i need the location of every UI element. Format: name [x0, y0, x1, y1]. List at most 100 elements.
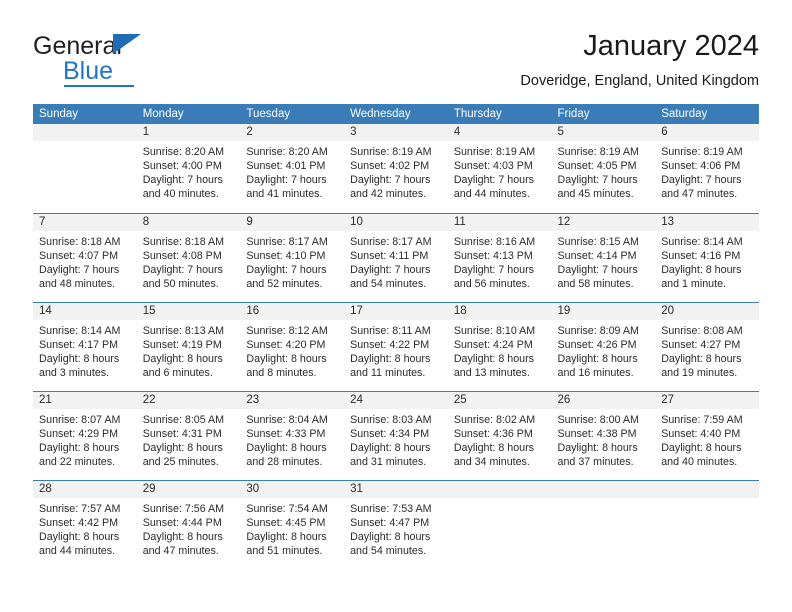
calendar-day-cell[interactable]: 12 Sunrise: 8:15 AM Sunset: 4:14 PM Dayligh… — [551, 212, 656, 302]
day-number: 30 — [240, 480, 345, 498]
calendar-day-cell[interactable]: 26 Sunrise: 8:00 AM Sunset: 4:38 PM Dayligh… — [551, 390, 656, 480]
calendar-day-cell[interactable]: 21 Sunrise: 8:07 AM Sunset: 4:29 PM Dayligh… — [33, 390, 137, 480]
day-number — [551, 480, 656, 498]
day-number: 5 — [551, 124, 656, 141]
day-detail-line: Sunset: 4:14 PM — [557, 249, 637, 262]
day-detail-line: and 25 minutes. — [142, 455, 219, 468]
calendar-day-cell[interactable]: 19 Sunrise: 8:09 AM Sunset: 4:26 PM Dayligh… — [551, 301, 656, 391]
calendar-day-cell[interactable]: 11 Sunrise: 8:16 AM Sunset: 4:13 PM Dayligh… — [447, 212, 552, 302]
calendar-day-cell[interactable]: 9 Sunrise: 8:17 AM Sunset: 4:10 PM Daylight… — [240, 212, 345, 302]
day-detail-line: Sunset: 4:40 PM — [661, 427, 741, 440]
day-number: 4 — [447, 124, 552, 141]
calendar-day-cell[interactable]: 13 Sunrise: 8:14 AM Sunset: 4:16 PM Dayligh… — [655, 212, 759, 302]
day-detail-line: Daylight: 8 hours — [142, 530, 223, 543]
day-detail-line: Sunset: 4:42 PM — [39, 516, 119, 529]
calendar-day-cell[interactable]: 16 Sunrise: 8:12 AM Sunset: 4:20 PM Dayligh… — [240, 301, 345, 391]
day-detail-line: Sunset: 4:38 PM — [557, 427, 637, 440]
day-detail-line: and 42 minutes. — [350, 188, 427, 201]
logo-underline — [64, 85, 134, 87]
calendar-day-cell[interactable]: 2 Sunrise: 8:20 AM Sunset: 4:01 PM Daylight… — [240, 124, 345, 213]
day-detail-line: Daylight: 8 hours — [350, 441, 431, 454]
day-detail-line: Daylight: 7 hours — [39, 263, 120, 276]
weekday-header-thursday: Thursday — [447, 104, 552, 124]
day-detail-line: Daylight: 8 hours — [557, 441, 638, 454]
calendar-day-cell[interactable]: 14 Sunrise: 8:14 AM Sunset: 4:17 PM Dayligh… — [33, 301, 137, 391]
calendar-day-cell[interactable]: 24 Sunrise: 8:03 AM Sunset: 4:34 PM Dayligh… — [344, 390, 448, 480]
day-details: Sunrise: 8:18 AM Sunset: 4:08 PM Daylight:… — [137, 231, 241, 291]
calendar-day-cell[interactable]: 10 Sunrise: 8:17 AM Sunset: 4:11 PM Dayligh… — [344, 212, 448, 302]
day-detail-line: Daylight: 7 hours — [453, 174, 535, 187]
day-detail-line: Sunset: 4:31 PM — [142, 427, 222, 440]
day-detail-line: Daylight: 7 hours — [557, 263, 638, 276]
calendar-day-cell[interactable]: 18 Sunrise: 8:10 AM Sunset: 4:24 PM Dayligh… — [447, 301, 552, 391]
day-details: Sunrise: 8:12 AM Sunset: 4:20 PM Daylight:… — [240, 320, 344, 380]
day-detail-line: Sunset: 4:00 PM — [142, 160, 222, 173]
calendar-day-cell[interactable]: 23 Sunrise: 8:04 AM Sunset: 4:33 PM Dayligh… — [240, 390, 345, 480]
calendar-day-cell[interactable]: 27 Sunrise: 7:59 AM Sunset: 4:40 PM Dayligh… — [655, 390, 759, 480]
calendar-day-cell[interactable]: 30 Sunrise: 7:54 AM Sunset: 4:45 PM Dayligh… — [240, 479, 345, 569]
calendar-day-cell[interactable]: 15 Sunrise: 8:13 AM Sunset: 4:19 PM Dayligh… — [136, 301, 241, 391]
day-detail-line: Sunrise: 8:03 AM — [350, 413, 432, 426]
day-detail-line: Daylight: 7 hours — [453, 263, 535, 276]
day-detail-line: and 19 minutes. — [661, 366, 738, 379]
day-details — [33, 141, 137, 145]
calendar-day-cell[interactable]: 20 Sunrise: 8:08 AM Sunset: 4:27 PM Dayligh… — [655, 301, 759, 391]
day-detail-line: and 8 minutes. — [246, 366, 317, 379]
day-detail-line: Sunset: 4:22 PM — [350, 338, 430, 351]
day-detail-line: Sunrise: 8:13 AM — [142, 324, 225, 337]
calendar-day-cell[interactable]: 6 Sunrise: 8:19 AM Sunset: 4:06 PM Daylight… — [655, 124, 759, 213]
day-detail-line: Sunrise: 8:19 AM — [557, 146, 639, 158]
calendar-week-row: 21 Sunrise: 8:07 AM Sunset: 4:29 PM Dayligh… — [33, 390, 759, 480]
day-detail-line: and 22 minutes. — [39, 455, 116, 468]
day-detail-line: Sunrise: 8:19 AM — [661, 146, 743, 158]
day-detail-line: Sunset: 4:45 PM — [246, 516, 326, 529]
day-detail-line: Sunrise: 8:18 AM — [142, 235, 225, 248]
day-details: Sunrise: 8:07 AM Sunset: 4:29 PM Daylight:… — [33, 409, 137, 469]
logo-text-blue: Blue — [63, 57, 114, 85]
calendar-day-cell[interactable]: 4 Sunrise: 8:19 AM Sunset: 4:03 PM Daylight… — [447, 124, 552, 213]
calendar-day-cell[interactable]: 31 Sunrise: 7:53 AM Sunset: 4:47 PM Dayligh… — [344, 479, 448, 569]
day-detail-line: and 54 minutes. — [350, 544, 427, 557]
title-block: January 2024 Doveridge, England, United … — [520, 28, 759, 90]
calendar-day-cell[interactable]: 1 Sunrise: 8:20 AM Sunset: 4:00 PM Daylight… — [136, 124, 241, 213]
calendar-day-cell[interactable]: 29 Sunrise: 7:56 AM Sunset: 4:44 PM Dayligh… — [136, 479, 241, 569]
day-number: 25 — [447, 391, 552, 409]
calendar-day-cell[interactable]: 8 Sunrise: 8:18 AM Sunset: 4:08 PM Daylight… — [136, 212, 241, 302]
day-number: 3 — [344, 124, 448, 141]
day-detail-line: Daylight: 8 hours — [142, 352, 223, 365]
calendar-day-cell[interactable]: 22 Sunrise: 8:05 AM Sunset: 4:31 PM Dayligh… — [136, 390, 241, 480]
day-details: Sunrise: 8:20 AM Sunset: 4:00 PM Daylight:… — [137, 141, 241, 201]
day-detail-line: Sunset: 4:24 PM — [453, 338, 533, 351]
calendar-day-cell[interactable]: 7 Sunrise: 8:18 AM Sunset: 4:07 PM Daylight… — [33, 212, 137, 302]
weekday-header-monday: Monday — [136, 104, 241, 124]
day-details: Sunrise: 8:09 AM Sunset: 4:26 PM Daylight:… — [552, 320, 656, 380]
day-details: Sunrise: 8:19 AM Sunset: 4:05 PM Daylight:… — [552, 141, 656, 201]
day-detail-line: Sunrise: 8:15 AM — [557, 235, 639, 248]
day-detail-line: Sunset: 4:34 PM — [350, 427, 430, 440]
day-number: 26 — [551, 391, 656, 409]
calendar-day-cell[interactable]: 5 Sunrise: 8:19 AM Sunset: 4:05 PM Daylight… — [551, 124, 656, 213]
calendar-day-cell[interactable]: 25 Sunrise: 8:02 AM Sunset: 4:36 PM Dayligh… — [447, 390, 552, 480]
day-details: Sunrise: 8:04 AM Sunset: 4:33 PM Daylight:… — [240, 409, 344, 469]
day-number: 11 — [447, 213, 552, 231]
day-detail-line: Sunrise: 7:54 AM — [246, 502, 328, 515]
day-detail-line: and 16 minutes. — [557, 366, 634, 379]
day-details: Sunrise: 8:03 AM Sunset: 4:34 PM Daylight:… — [344, 409, 448, 469]
generalblue-logo[interactable]: General Blue — [33, 32, 243, 88]
calendar-day-cell[interactable]: 28 Sunrise: 7:57 AM Sunset: 4:42 PM Dayligh… — [33, 479, 137, 569]
calendar-day-cell[interactable]: 17 Sunrise: 8:11 AM Sunset: 4:22 PM Dayligh… — [344, 301, 448, 391]
day-number: 14 — [33, 302, 137, 320]
day-details: Sunrise: 8:08 AM Sunset: 4:27 PM Daylight:… — [655, 320, 759, 380]
weekday-header-saturday: Saturday — [655, 104, 759, 124]
day-detail-line: Sunset: 4:16 PM — [661, 249, 741, 262]
day-number: 19 — [551, 302, 656, 320]
day-detail-line: Sunset: 4:06 PM — [661, 160, 741, 173]
day-detail-line: and 6 minutes. — [142, 366, 213, 379]
day-detail-line: and 44 minutes. — [39, 544, 116, 557]
day-details: Sunrise: 8:05 AM Sunset: 4:31 PM Daylight:… — [137, 409, 241, 469]
calendar-body: 1 Sunrise: 8:20 AM Sunset: 4:00 PM Daylight… — [33, 124, 759, 569]
day-detail-line: Daylight: 8 hours — [246, 441, 327, 454]
day-detail-line: and 34 minutes. — [453, 455, 530, 468]
calendar-day-cell[interactable]: 3 Sunrise: 8:19 AM Sunset: 4:02 PM Daylight… — [344, 124, 448, 213]
day-detail-line: Daylight: 8 hours — [350, 352, 431, 365]
